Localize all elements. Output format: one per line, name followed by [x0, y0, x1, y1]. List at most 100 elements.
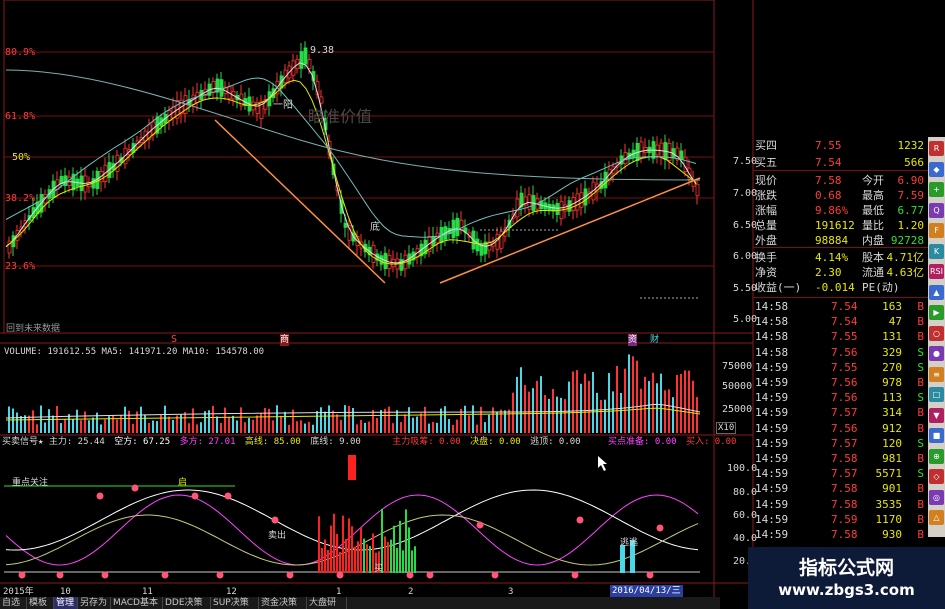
- event-marker-finance[interactable]: 财: [650, 334, 659, 346]
- volume-bar: [112, 415, 114, 433]
- tick-side: B: [917, 512, 924, 526]
- volume-bar: [264, 407, 266, 433]
- signal-dot: [646, 571, 654, 579]
- tab-0[interactable]: 自选股: [0, 597, 27, 609]
- signal-dot: [18, 571, 26, 579]
- volume-bar: [560, 397, 562, 433]
- legend-absorb: 主力吸筹: 0.00: [392, 437, 461, 447]
- legend-prepare: 买点准备: 0.00: [608, 437, 677, 447]
- volume-bar: [652, 372, 654, 433]
- focus-label: 重点关注: [12, 478, 49, 488]
- volume-bar: [156, 421, 158, 433]
- toolbar-button[interactable]: ▼: [929, 407, 944, 423]
- escape-bar: [620, 545, 625, 573]
- candle: [299, 51, 304, 69]
- toolbar-button[interactable]: ■: [929, 428, 944, 443]
- stat-cell-2: 内盘: [862, 234, 884, 247]
- event-marker-business[interactable]: 商: [280, 334, 290, 346]
- tick-time: 14:59: [755, 421, 789, 435]
- tick-time: 14:59: [755, 376, 789, 389]
- volume-bar: [20, 416, 22, 433]
- tick-volume: 930: [882, 528, 902, 541]
- volume-bar: [640, 388, 642, 433]
- trend-line: [439, 177, 701, 284]
- volume-bar: [352, 408, 354, 433]
- volume-bar: [584, 373, 586, 433]
- tab-8[interactable]: 大盘研: [307, 597, 347, 609]
- volume-bar: [16, 412, 18, 433]
- tick-volume: 901: [882, 482, 902, 496]
- volume-bar: [308, 421, 310, 433]
- absorb-bar: [390, 539, 392, 573]
- tick-volume: 113: [882, 391, 902, 405]
- volume-bar: [556, 396, 558, 433]
- mouse-cursor: [598, 456, 607, 471]
- volume-bar: [172, 420, 174, 433]
- candle: [639, 141, 644, 159]
- tick-row: 14:59 7.58 3535 B: [753, 497, 928, 512]
- toolbar-button[interactable]: +: [929, 182, 944, 197]
- tick-row: 14:59 7.58 981 B: [753, 451, 928, 466]
- signal-dot: [491, 571, 499, 579]
- sell-label: 卖出: [268, 531, 287, 541]
- tab-2[interactable]: 管理: [54, 597, 78, 609]
- tab-4[interactable]: MACD基本: [111, 597, 163, 609]
- toolbar-button[interactable]: ▶: [929, 305, 944, 320]
- toolbar-button[interactable]: ◎: [929, 489, 944, 505]
- tick-time: 14:59: [755, 406, 789, 420]
- toolbar-button[interactable]: ≡: [929, 366, 944, 382]
- event-marker-s[interactable]: S: [171, 334, 177, 346]
- tick-time: 14:58: [755, 330, 789, 344]
- toolbar-button[interactable]: △: [929, 510, 944, 525]
- toolbar-button[interactable]: □: [929, 387, 944, 402]
- volume-bar: [576, 370, 578, 433]
- volume-bar: [392, 423, 394, 433]
- fib-label-1: 80.9%: [5, 47, 36, 58]
- volume-bar: [200, 422, 202, 433]
- tick-side: S: [917, 360, 924, 374]
- toolbar-button[interactable]: ○: [929, 325, 944, 341]
- tab-3[interactable]: 另存为: [78, 597, 111, 609]
- ask5-price: 7.54: [815, 156, 842, 169]
- volume-bar: [168, 416, 170, 433]
- toolbar-button[interactable]: Q: [929, 202, 944, 218]
- toolbar-button[interactable]: ◇: [929, 469, 944, 484]
- signal-dot: [161, 571, 169, 579]
- toolbar-button[interactable]: F: [929, 223, 944, 238]
- toolbar-button[interactable]: ◆: [929, 161, 944, 177]
- toolbar-button[interactable]: K: [929, 243, 944, 259]
- absorb-bar: [336, 533, 338, 573]
- tick-side: B: [917, 330, 924, 344]
- volume-bar: [320, 407, 322, 433]
- tab-6[interactable]: SUP决策: [211, 597, 259, 609]
- overlay-text: 瞄准价值: [308, 107, 373, 126]
- tick-price: 7.58: [831, 497, 858, 511]
- volume-bar: [304, 423, 306, 433]
- volume-bar: [680, 373, 682, 433]
- toolbar-button[interactable]: R: [929, 141, 944, 156]
- tick-time: 14:59: [755, 497, 789, 511]
- tab-5[interactable]: DDE决策: [163, 597, 211, 609]
- candle: [495, 234, 500, 250]
- stat-cell-0: 外盘: [755, 234, 777, 247]
- toolbar-button[interactable]: ⊕: [929, 448, 944, 464]
- volume-bar: [64, 419, 66, 433]
- volume-bar: [268, 408, 270, 433]
- toolbar-button[interactable]: ▲: [929, 284, 944, 300]
- ask5-row: 买五 7.54 566: [753, 154, 928, 171]
- tab-7[interactable]: 资金决策: [259, 597, 307, 609]
- tab-1[interactable]: 模板: [27, 597, 54, 609]
- toolbar-button[interactable]: ●: [929, 346, 944, 361]
- event-marker-capital[interactable]: 资: [628, 334, 638, 346]
- toolbar-button[interactable]: RSI: [929, 264, 944, 279]
- volume-bar: [524, 385, 526, 433]
- volume-bar: [328, 405, 330, 433]
- candle: [695, 183, 700, 197]
- volume-bar: [76, 409, 78, 433]
- watermark-title: 指标公式网: [798, 557, 894, 579]
- volume-bar: [360, 420, 362, 433]
- volume-bar: [372, 409, 374, 433]
- volume-bar: [468, 415, 470, 433]
- volume-bar: [228, 417, 230, 433]
- candle: [399, 259, 404, 271]
